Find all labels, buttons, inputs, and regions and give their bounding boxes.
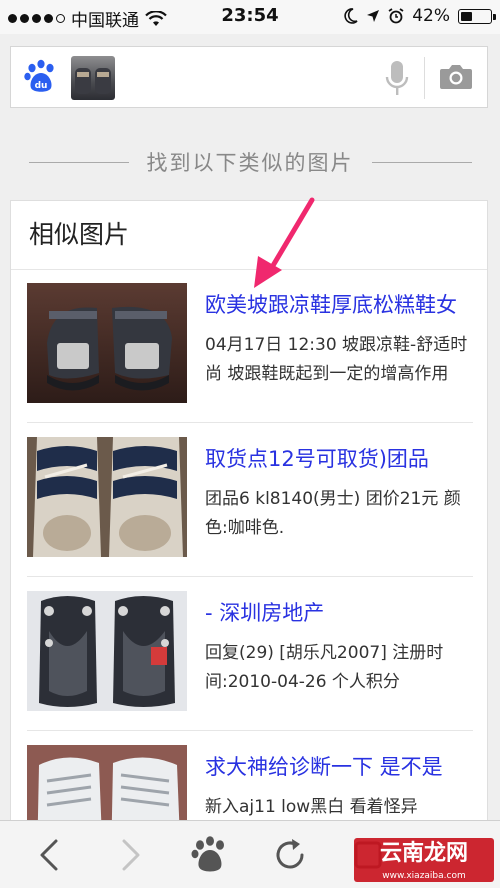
back-arrow-icon[interactable] xyxy=(30,835,70,875)
camera-icon[interactable] xyxy=(439,61,473,91)
search-box[interactable]: du xyxy=(10,46,488,108)
site-watermark-logo: 云南龙网 www.xiazaiba.com xyxy=(354,838,494,882)
forward-arrow-icon[interactable] xyxy=(110,835,150,875)
status-bar: 中国联通 23:54 42% xyxy=(0,0,500,34)
wifi-icon xyxy=(145,10,167,26)
watermark-subtext: www.xiazaiba.com xyxy=(382,871,466,881)
status-right: 42% xyxy=(344,6,496,26)
result-description: 回复(29) [胡乐凡2007] 注册时间:2010-04-26 个人积分 xyxy=(205,643,444,692)
results-heading-text: 找到以下类似的图片 xyxy=(146,151,354,175)
carrier-label: 中国联通 xyxy=(71,11,139,31)
result-thumbnail[interactable] xyxy=(27,437,187,557)
result-item[interactable]: 欧美坡跟凉鞋厚底松糕鞋女 04月17日 12:30 坡跟凉鞋-舒适时尚 坡跟鞋既… xyxy=(27,269,473,423)
result-description: 新入aj11 low黑白 看着怪异 xyxy=(205,797,418,817)
baidu-logo-text: du xyxy=(35,81,48,91)
result-title-link[interactable]: 求大神给诊断一下 是不是 xyxy=(205,751,473,781)
watermark-text: 云南龙网 xyxy=(379,841,468,866)
result-thumbnail[interactable] xyxy=(27,591,187,711)
battery-icon xyxy=(458,8,496,24)
search-area: du xyxy=(0,34,500,122)
result-description: 团品6 kl8140(男士) 团价21元 颜色:咖啡色. xyxy=(205,489,461,538)
battery-percent: 42% xyxy=(412,6,450,26)
card-title: 相似图片 xyxy=(11,201,487,270)
baidu-paw-icon[interactable] xyxy=(190,835,230,875)
moon-icon xyxy=(344,8,358,24)
signal-strength-icon xyxy=(8,14,65,23)
baidu-paw-icon[interactable]: du xyxy=(23,59,59,95)
heading-rule-left xyxy=(28,161,129,163)
microphone-icon[interactable] xyxy=(385,59,409,97)
similar-images-card: 相似图片 欧美坡跟凉鞋厚底松糕鞋女 04月17日 12:30 坡跟凉鞋-舒适时尚… xyxy=(10,200,488,840)
alarm-icon xyxy=(388,8,404,24)
heading-rule-right xyxy=(371,161,472,163)
results-heading: 找到以下类似的图片 xyxy=(0,122,500,202)
battery-level xyxy=(461,11,472,21)
result-thumbnail[interactable] xyxy=(27,283,187,403)
query-image-thumbnail[interactable] xyxy=(71,56,115,100)
search-divider xyxy=(424,57,425,99)
result-description: 04月17日 12:30 坡跟凉鞋-舒适时尚 坡跟鞋既起到一定的增高作用 xyxy=(205,335,468,384)
result-title-link[interactable]: 欧美坡跟凉鞋厚底松糕鞋女 xyxy=(205,289,473,319)
location-arrow-icon xyxy=(367,10,380,22)
result-item[interactable]: - 深圳房地产 回复(29) [胡乐凡2007] 注册时间:2010-04-26… xyxy=(27,577,473,731)
result-title-link[interactable]: - 深圳房地产 xyxy=(205,597,473,627)
refresh-icon[interactable] xyxy=(270,835,310,875)
status-left: 中国联通 xyxy=(8,6,167,31)
browser-toolbar: 云南龙网 www.xiazaiba.com xyxy=(0,820,500,888)
result-title-link[interactable]: 取货点12号可取货)团品 xyxy=(205,443,473,473)
result-item[interactable]: 取货点12号可取货)团品 团品6 kl8140(男士) 团价21元 颜色:咖啡色… xyxy=(27,423,473,577)
